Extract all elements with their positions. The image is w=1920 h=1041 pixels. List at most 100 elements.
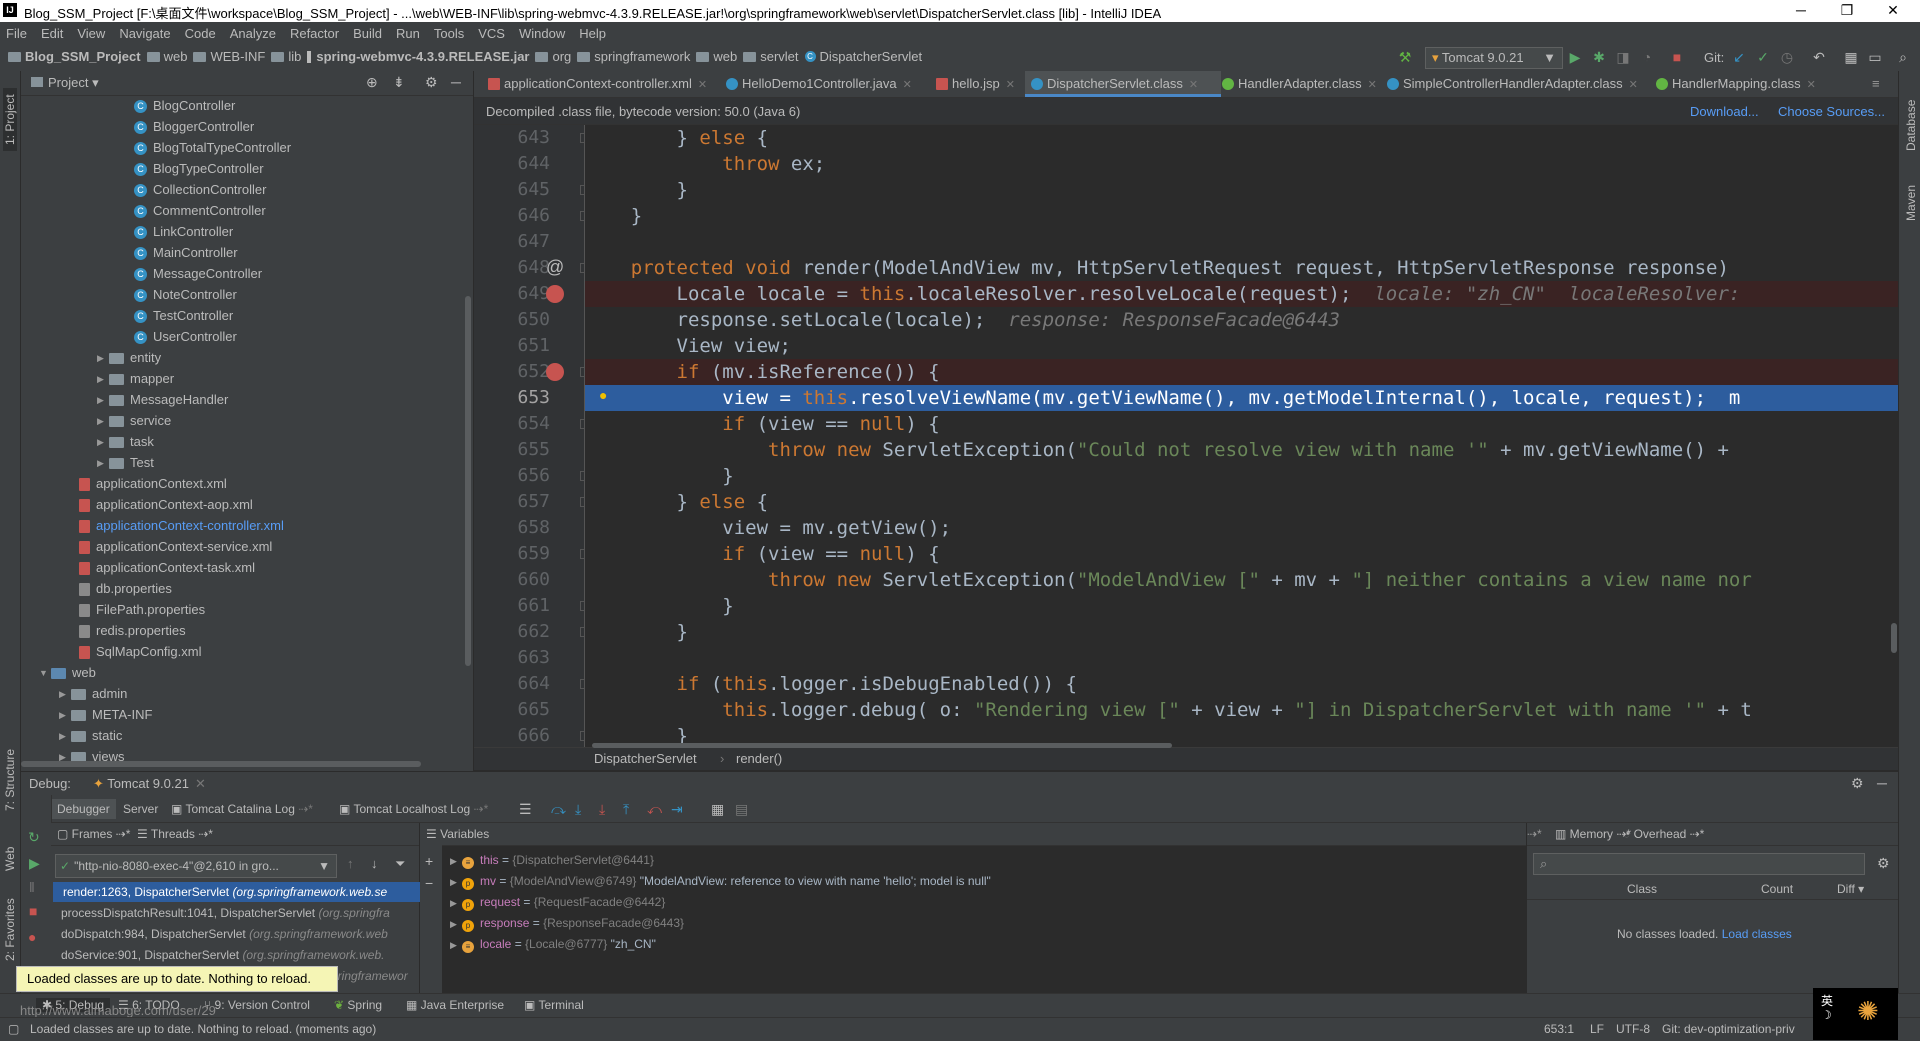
tab-hellodemo1controller[interactable]: HelloDemo1Controller.java ✕ bbox=[720, 71, 912, 97]
expand-arrow-icon[interactable]: ▶ bbox=[97, 453, 109, 473]
run-to-cursor-icon[interactable]: ⇥ bbox=[671, 799, 683, 819]
drop-frame-icon[interactable]: ⤺ bbox=[647, 799, 662, 819]
hide-icon[interactable]: ─ bbox=[451, 74, 461, 90]
tab-hello-jsp[interactable]: hello.jsp ✕ bbox=[930, 71, 1015, 97]
menu-code[interactable]: Code bbox=[185, 26, 216, 41]
step-over-icon[interactable]: ⤼ bbox=[551, 799, 566, 819]
tab-localhost-log[interactable]: ▣ Tomcat Localhost Log ⇢* bbox=[339, 799, 488, 819]
trace-icon[interactable]: ▤ bbox=[735, 799, 748, 819]
tree-item[interactable]: C NoteController bbox=[134, 285, 237, 305]
tab-debugger[interactable]: Debugger bbox=[51, 799, 116, 819]
code-line[interactable]: response.setLocale(locale); response: Re… bbox=[585, 307, 1898, 333]
gear-icon[interactable]: ⚙ bbox=[425, 74, 438, 91]
maven-tool-button[interactable]: Maven bbox=[1904, 185, 1918, 221]
tree-item[interactable]: db.properties bbox=[79, 579, 172, 599]
menu-run[interactable]: Run bbox=[396, 26, 420, 41]
tab-handleradapter[interactable]: HandlerAdapter.class ✕ bbox=[1216, 71, 1377, 97]
overhead-tab[interactable]: ◔ Overhead ⇢* bbox=[1623, 827, 1704, 841]
editor-gutter[interactable]: 643 644 645 646 647 648 @649 650 651 652 653 654 655… bbox=[474, 125, 590, 747]
new-watch-icon[interactable]: + bbox=[425, 853, 433, 869]
run-icon[interactable]: ▶ bbox=[1566, 48, 1584, 66]
expand-arrow-icon[interactable]: ▶ bbox=[97, 411, 109, 431]
tree-item[interactable]: applicationContext-aop.xml bbox=[79, 495, 253, 515]
tab-catalina-log[interactable]: ▣ Tomcat Catalina Log ⇢* bbox=[171, 799, 313, 819]
expand-arrow-icon[interactable]: ▶ bbox=[450, 872, 462, 892]
tree-item[interactable]: ▶ admin bbox=[59, 684, 127, 704]
tree-item[interactable]: C BloggerController bbox=[134, 117, 254, 137]
frame-item[interactable]: doService:901, DispatcherServlet (org.sp… bbox=[61, 945, 419, 965]
code-line[interactable]: } bbox=[585, 203, 1898, 229]
structure-tool-button[interactable]: 7: Structure bbox=[3, 749, 17, 811]
profile-icon[interactable]: ◔ bbox=[1638, 48, 1656, 66]
code-line[interactable]: } else { bbox=[585, 489, 1898, 515]
tab-applicationcontext-controller[interactable]: applicationContext-controller.xml ✕ bbox=[482, 71, 707, 97]
arrow-down-icon[interactable]: ↓ bbox=[371, 856, 378, 871]
editor-hscrollbar[interactable] bbox=[592, 743, 1172, 748]
debug-bug-icon[interactable]: ✱ bbox=[1590, 48, 1608, 66]
tree-item[interactable]: C LinkController bbox=[134, 222, 233, 242]
tree-item[interactable]: ▶ static bbox=[59, 726, 122, 746]
code-line[interactable]: throw ex; bbox=[585, 151, 1898, 177]
code-line[interactable]: View view; bbox=[585, 333, 1898, 359]
code-line[interactable]: Locale locale = this.localeResolver.reso… bbox=[585, 281, 1898, 307]
code-line[interactable]: } bbox=[585, 593, 1898, 619]
rollback-icon[interactable]: ↶ bbox=[1810, 48, 1828, 66]
variable-row[interactable]: ▶ p response = {ResponseFacade@6443} bbox=[450, 913, 684, 933]
variable-row[interactable]: ▶ p request = {RequestFacade@6442} bbox=[450, 892, 665, 912]
crumb-lib[interactable]: lib bbox=[271, 49, 301, 64]
tree-item[interactable]: ▶ service bbox=[97, 411, 171, 431]
count-column-header[interactable]: Count bbox=[1761, 882, 1793, 896]
scrollbar-thumb[interactable] bbox=[465, 296, 471, 666]
project-tool-button[interactable]: 1: Project bbox=[3, 88, 17, 151]
tree-item[interactable]: C BlogTotalTypeController bbox=[134, 138, 291, 158]
collapse-all-icon[interactable]: ⇟ bbox=[393, 74, 405, 91]
tool-terminal[interactable]: ▣ Terminal bbox=[524, 998, 584, 1012]
code-line[interactable]: if (this.logger.isDebugEnabled()) { bbox=[585, 671, 1898, 697]
locate-icon[interactable]: ⊕ bbox=[366, 74, 378, 91]
layout-icon[interactable]: ▭ bbox=[1866, 48, 1884, 66]
tabs-overflow-menu[interactable]: ≡ bbox=[1866, 71, 1880, 97]
lightbulb-icon[interactable]: ● bbox=[599, 387, 607, 403]
tool-version-control[interactable]: ⑂ 9: Version Control bbox=[204, 998, 310, 1012]
variable-row[interactable]: ▶ p mv = {ModelAndView@6749} "ModelAndView… bbox=[450, 871, 991, 891]
code-line[interactable]: view = mv.getView(); bbox=[585, 515, 1898, 541]
crumb-jar[interactable]: spring-webmvc-4.3.9.RELEASE.jar bbox=[307, 49, 529, 64]
close-icon[interactable]: ✕ bbox=[1807, 79, 1816, 91]
resume-icon[interactable]: ▶ bbox=[29, 855, 40, 872]
threads-tab[interactable]: ☰ Threads ⇢* bbox=[137, 827, 213, 841]
step-out-icon[interactable]: ⤒ bbox=[623, 799, 629, 819]
remove-watch-icon[interactable]: − bbox=[425, 875, 433, 891]
tree-item[interactable]: ▶ task bbox=[97, 432, 154, 452]
tree-item[interactable]: ▼ web bbox=[39, 663, 96, 683]
crumb-dispatcherservlet[interactable]: C DispatcherServlet bbox=[804, 49, 922, 64]
git-update-icon[interactable]: ↙ bbox=[1730, 48, 1748, 66]
tree-item[interactable]: redis.properties bbox=[79, 621, 186, 641]
menu-navigate[interactable]: Navigate bbox=[119, 26, 170, 41]
code-line[interactable]: this.logger.debug( o: "Rendering view ["… bbox=[585, 697, 1898, 723]
crumb-org[interactable]: org bbox=[535, 49, 571, 64]
project-structure-icon[interactable]: ▦ bbox=[1842, 48, 1860, 66]
breakpoint-icon[interactable] bbox=[546, 285, 564, 303]
code-line[interactable]: throw new ServletException("ModelAndView… bbox=[585, 567, 1898, 593]
coverage-icon[interactable]: ◨ bbox=[1614, 48, 1632, 66]
code-line[interactable]: } bbox=[585, 177, 1898, 203]
tree-item[interactable]: ▶ META-INF bbox=[59, 705, 152, 725]
tree-item[interactable]: C BlogTypeController bbox=[134, 159, 264, 179]
expand-arrow-icon[interactable]: ▶ bbox=[97, 432, 109, 452]
code-line[interactable]: } else { bbox=[585, 125, 1898, 151]
code-line[interactable] bbox=[585, 645, 1898, 671]
git-commit-icon[interactable]: ✓ bbox=[1754, 48, 1772, 66]
frame-item[interactable]: processDispatchResult:1041, DispatcherSe… bbox=[61, 903, 419, 923]
step-into-icon[interactable]: ⤓ bbox=[575, 799, 581, 819]
tree-item[interactable]: SqlMapConfig.xml bbox=[79, 642, 202, 662]
menu-view[interactable]: View bbox=[77, 26, 105, 41]
thread-select[interactable]: ✓ "http-nio-8080-exec-4"@2,610 in gro... ▼ bbox=[55, 854, 337, 878]
expand-arrow-icon[interactable]: ▶ bbox=[450, 893, 462, 913]
expand-arrow-icon[interactable]: ▶ bbox=[59, 726, 71, 746]
tab-dispatcherservlet[interactable]: DispatcherServlet.class ✕ bbox=[1025, 71, 1221, 97]
tree-item[interactable]: ▶ MessageHandler bbox=[97, 390, 228, 410]
evaluate-expression-icon[interactable]: ▦ bbox=[711, 799, 724, 819]
tab-simplecontrollerhandleradapter[interactable]: SimpleControllerHandlerAdapter.class ✕ bbox=[1381, 71, 1638, 97]
diff-column-header[interactable]: Diff ▾ bbox=[1837, 882, 1864, 896]
force-step-into-icon[interactable]: ⤓ bbox=[599, 799, 605, 819]
